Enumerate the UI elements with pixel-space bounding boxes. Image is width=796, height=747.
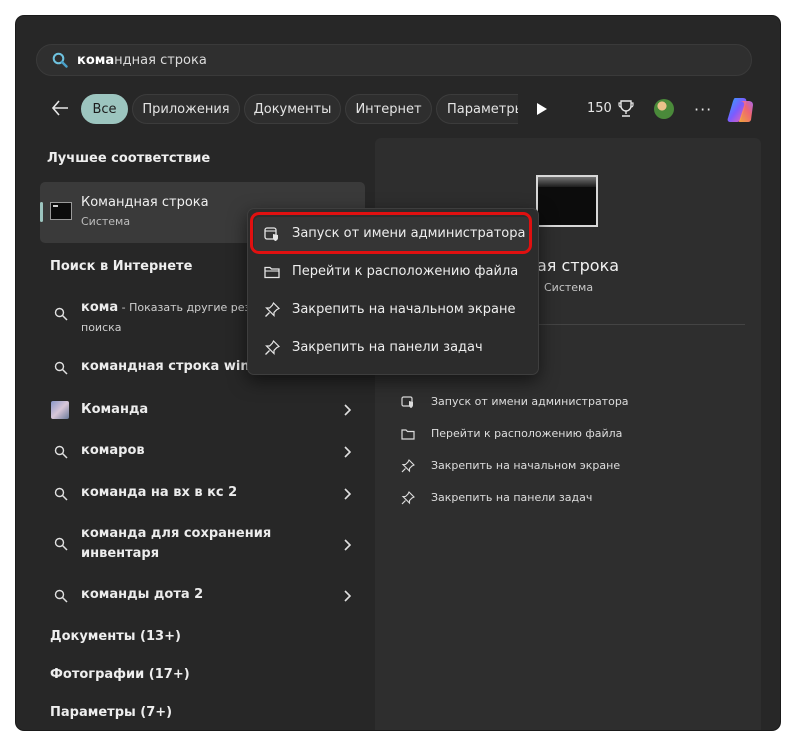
chevron-right-icon xyxy=(344,446,351,458)
search-icon xyxy=(52,52,68,68)
pin-icon xyxy=(401,459,415,473)
back-arrow-icon[interactable] xyxy=(50,98,70,118)
search-box[interactable]: командная строка xyxy=(36,44,752,76)
search-icon xyxy=(54,445,68,459)
search-icon xyxy=(54,361,68,375)
chevron-right-icon xyxy=(344,590,351,602)
menu-item-pin-taskbar[interactable]: Закрепить на панели задач xyxy=(254,331,530,365)
web-result-item[interactable]: команды дота 2 xyxy=(40,587,365,607)
selection-indicator xyxy=(40,202,43,222)
search-icon xyxy=(54,487,68,501)
pin-icon xyxy=(265,340,280,355)
chevron-right-icon xyxy=(344,488,351,500)
web-search-heading: Поиск в Интернете xyxy=(50,259,193,274)
command-prompt-large-icon xyxy=(536,175,598,227)
start-search-window: командная строка Все Приложения Документ… xyxy=(16,16,780,730)
chevron-right-icon xyxy=(344,404,351,416)
tab-all[interactable]: Все xyxy=(81,94,128,124)
search-icon xyxy=(54,537,68,551)
category-settings[interactable]: Параметры (7+) xyxy=(50,705,172,720)
web-result-item[interactable]: команда на вх в кс 2 xyxy=(40,485,365,505)
folder-icon xyxy=(401,429,415,440)
best-match-subtitle: Система xyxy=(81,215,131,228)
category-photos[interactable]: Фотографии (17+) xyxy=(50,667,190,682)
command-prompt-icon xyxy=(50,202,72,220)
menu-item-open-location[interactable]: Перейти к расположению файла xyxy=(254,255,530,289)
tab-apps[interactable]: Приложения xyxy=(132,94,240,124)
context-menu: Запуск от имени администратора Перейти к… xyxy=(247,208,539,375)
folder-icon xyxy=(264,266,280,279)
chevron-right-icon xyxy=(344,539,351,551)
play-icon[interactable] xyxy=(536,102,548,116)
web-result-item[interactable]: Команда xyxy=(40,401,365,421)
pin-icon xyxy=(265,302,280,317)
more-options-icon[interactable]: ··· xyxy=(694,100,712,119)
search-input[interactable]: командная строка xyxy=(77,53,207,68)
menu-item-run-as-admin[interactable]: Запуск от имени администратора xyxy=(254,217,530,251)
rewards-points: 150 xyxy=(587,101,612,116)
search-icon xyxy=(54,307,68,321)
tab-documents[interactable]: Документы xyxy=(244,94,341,124)
shield-icon xyxy=(401,396,413,408)
web-result-item[interactable]: комаров xyxy=(40,443,365,463)
pin-icon xyxy=(401,491,415,505)
preview-subtitle: Система xyxy=(544,281,594,294)
trophy-icon[interactable] xyxy=(618,100,634,118)
web-result-item[interactable]: команда для сохранения инвентаря xyxy=(40,526,365,566)
category-documents[interactable]: Документы (13+) xyxy=(50,629,181,644)
best-match-heading: Лучшее соответствие xyxy=(47,151,211,166)
menu-item-pin-start[interactable]: Закрепить на начальном экране xyxy=(254,293,530,327)
user-avatar[interactable] xyxy=(654,99,674,119)
tab-internet[interactable]: Интернет xyxy=(345,94,432,124)
shield-icon xyxy=(264,227,278,241)
search-icon xyxy=(54,589,68,603)
copilot-icon[interactable] xyxy=(726,96,756,124)
thumbnail-image xyxy=(51,401,69,419)
tab-settings[interactable]: Параметры xyxy=(436,94,518,124)
best-match-title: Командная строка xyxy=(81,195,209,210)
